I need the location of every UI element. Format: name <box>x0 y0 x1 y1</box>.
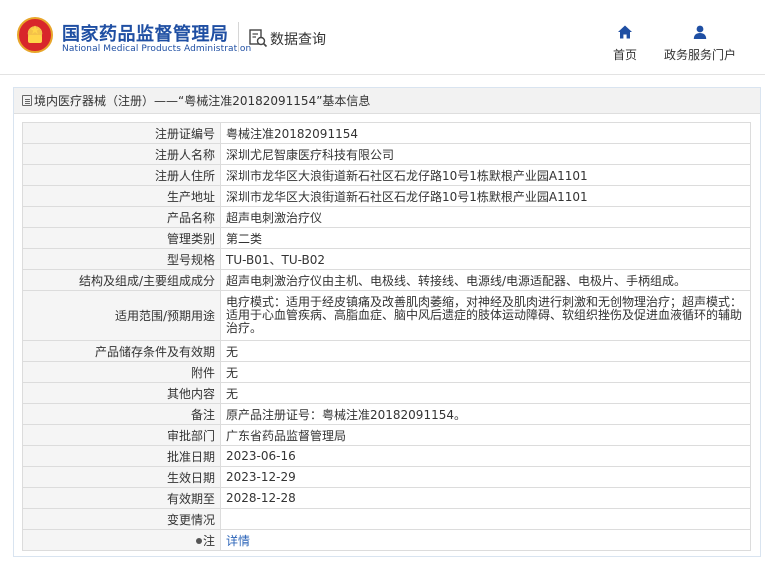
note-value-cell: 详情 <box>220 529 751 551</box>
detail-panel: 境内医疗器械（注册）——“粤械注准20182091154”基本信息 注册证编号 … <box>13 87 761 557</box>
field-label: 其他内容 <box>22 382 221 404</box>
document-icon <box>22 95 32 106</box>
field-value: 2028-12-28 <box>220 487 751 509</box>
field-label: 有效期至 <box>22 487 221 509</box>
header-divider <box>238 22 239 52</box>
field-label: 变更情况 <box>22 508 221 530</box>
header-bottom-border <box>0 74 765 75</box>
field-value: 深圳尤尼智康医疗科技有限公司 <box>220 143 751 165</box>
table-row: 适用范围/预期用途 电疗模式：适用于经皮镇痛及改善肌肉萎缩，对神经及肌肉进行刺激… <box>22 290 751 341</box>
note-icon <box>195 537 202 544</box>
site-name-cn[interactable]: 国家药品监督管理局 <box>62 20 229 46</box>
field-label: 附件 <box>22 361 221 383</box>
field-value: 粤械注准20182091154 <box>220 122 751 144</box>
data-query-icon[interactable] <box>248 28 268 48</box>
table-row: 备注 原产品注册证号：粤械注准20182091154。 <box>22 403 751 425</box>
field-value: 2023-06-16 <box>220 445 751 467</box>
table-row: 型号规格 TU-B01、TU-B02 <box>22 248 751 270</box>
table-row: 管理类别 第二类 <box>22 227 751 249</box>
table-row: 生效日期 2023-12-29 <box>22 466 751 488</box>
registration-info-table: 注册证编号 粤械注准20182091154 注册人名称 深圳尤尼智康医疗科技有限… <box>22 122 751 551</box>
field-label: 注册证编号 <box>22 122 221 144</box>
field-value: 深圳市龙华区大浪街道新石社区石龙仔路10号1栋默根产业园A1101 <box>220 185 751 207</box>
table-row: 结构及组成/主要组成成分 超声电刺激治疗仪由主机、电极线、转接线、电源线/电源适… <box>22 269 751 291</box>
field-label: 产品名称 <box>22 206 221 228</box>
field-label: 管理类别 <box>22 227 221 249</box>
table-row: 注册人名称 深圳尤尼智康医疗科技有限公司 <box>22 143 751 165</box>
site-header: ★ 国家药品监督管理局 National Medical Products Ad… <box>0 0 765 74</box>
field-value: 原产品注册证号：粤械注准20182091154。 <box>220 403 751 425</box>
table-row: 附件 无 <box>22 361 751 383</box>
field-value: 无 <box>220 361 751 383</box>
nav-gov-label: 政务服务门户 <box>663 48 736 62</box>
field-value: 广东省药品监督管理局 <box>220 424 751 446</box>
table-row: 其他内容 无 <box>22 382 751 404</box>
table-row: 产品储存条件及有效期 无 <box>22 340 751 362</box>
note-label-cell: 注 <box>22 529 221 551</box>
field-label: 结构及组成/主要组成成分 <box>22 269 221 291</box>
home-icon <box>618 25 632 39</box>
panel-title-text: 境内医疗器械（注册）——“粤械注准20182091154”基本信息 <box>34 94 371 108</box>
table-row: 有效期至 2028-12-28 <box>22 487 751 509</box>
field-value: 第二类 <box>220 227 751 249</box>
table-row: 生产地址 深圳市龙华区大浪街道新石社区石龙仔路10号1栋默根产业园A1101 <box>22 185 751 207</box>
field-label: 生产地址 <box>22 185 221 207</box>
field-label: 产品储存条件及有效期 <box>22 340 221 362</box>
data-query-label[interactable]: 数据查询 <box>270 29 326 49</box>
field-value: 超声电刺激治疗仪由主机、电极线、转接线、电源线/电源适配器、电极片、手柄组成。 <box>220 269 751 291</box>
table-row: 产品名称 超声电刺激治疗仪 <box>22 206 751 228</box>
national-emblem-logo: ★ <box>17 17 53 53</box>
nav-home-label: 首页 <box>612 48 637 62</box>
field-value: 超声电刺激治疗仪 <box>220 206 751 228</box>
table-row: 批准日期 2023-06-16 <box>22 445 751 467</box>
nav-gov-service-portal[interactable]: 政务服务门户 <box>662 24 738 63</box>
field-label: 型号规格 <box>22 248 221 270</box>
site-name-en[interactable]: National Medical Products Administration <box>62 44 251 54</box>
field-label: 适用范围/预期用途 <box>22 290 221 341</box>
nav-home[interactable]: 首页 <box>609 24 641 63</box>
user-icon <box>693 25 707 39</box>
field-label: 注册人住所 <box>22 164 221 186</box>
field-label: 注册人名称 <box>22 143 221 165</box>
table-row: 审批部门 广东省药品监督管理局 <box>22 424 751 446</box>
field-label: 注 <box>202 533 215 548</box>
field-label: 生效日期 <box>22 466 221 488</box>
field-value: 无 <box>220 382 751 404</box>
field-value: 无 <box>220 340 751 362</box>
field-value: 深圳市龙华区大浪街道新石社区石龙仔路10号1栋默根产业园A1101 <box>220 164 751 186</box>
details-link[interactable]: 详情 <box>226 534 250 548</box>
table-row: 注册证编号 粤械注准20182091154 <box>22 122 751 144</box>
field-value: 电疗模式：适用于经皮镇痛及改善肌肉萎缩，对神经及肌肉进行刺激和无创物理治疗；超声… <box>220 290 751 341</box>
table-row: 注 详情 <box>22 529 751 551</box>
panel-title: 境内医疗器械（注册）——“粤械注准20182091154”基本信息 <box>14 88 760 114</box>
field-value: TU-B01、TU-B02 <box>220 248 751 270</box>
table-row: 注册人住所 深圳市龙华区大浪街道新石社区石龙仔路10号1栋默根产业园A1101 <box>22 164 751 186</box>
field-label: 审批部门 <box>22 424 221 446</box>
field-label: 批准日期 <box>22 445 221 467</box>
field-value <box>220 508 751 530</box>
field-value: 2023-12-29 <box>220 466 751 488</box>
table-row: 变更情况 <box>22 508 751 530</box>
field-label: 备注 <box>22 403 221 425</box>
